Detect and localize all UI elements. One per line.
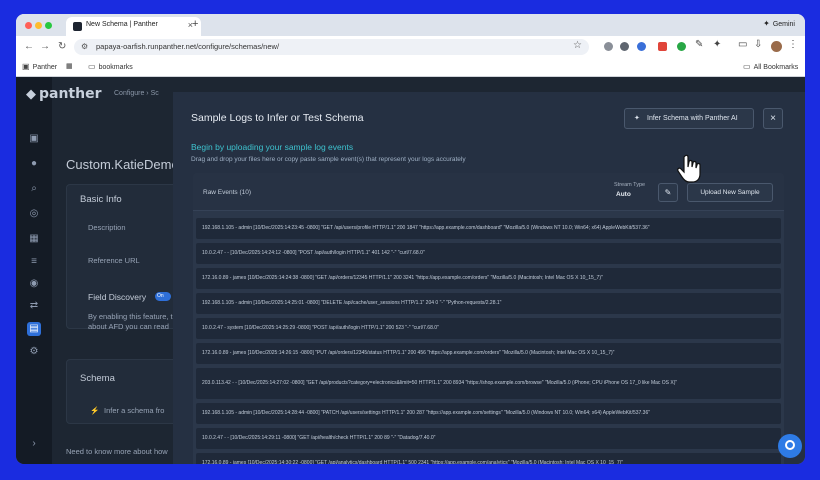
tab-strip: New Schema | Panther × + ✦ Gemini [16,14,805,36]
edit-events-button[interactable]: ✎ [658,183,678,202]
sidebar-search-icon[interactable]: ⌕ [27,182,41,196]
browser-toolbar: ← → ↻ ⚙ papaya-oarfish.runpanther.net/co… [16,36,805,58]
side-panel-icon[interactable]: ▭ [738,39,747,50]
logo-text: panther [39,86,102,102]
sidebar-settings-icon[interactable]: ⚙ [27,345,41,359]
infer-schema-label: Infer Schema with Panther AI [647,115,738,122]
extension-5-icon[interactable] [677,42,686,51]
bookmark-panther[interactable]: ▣ Panther [22,62,57,71]
site-info-icon[interactable]: ⚙ [81,42,88,51]
field-discovery-toggle[interactable]: On [155,292,171,301]
support-chat-button[interactable] [778,434,802,458]
reference-url-label: Reference URL [88,256,140,265]
browser-tab[interactable]: New Schema | Panther × [66,17,201,36]
extension-1-icon[interactable] [604,42,613,51]
gemini-button[interactable]: ✦ Gemini [763,19,795,28]
pencil-icon: ✎ [664,188,672,197]
event-row[interactable]: 192.168.1.105 - admin [10/Dec/2025:14:23… [196,218,781,239]
event-row[interactable]: 10.0.2.47 - - [10/Dec/2025:14:24:12 -080… [196,243,781,264]
sidebar-alerts-icon[interactable]: ● [27,157,41,171]
upload-subtitle: Begin by uploading your sample log event… [191,142,354,152]
minimize-window-button[interactable] [35,22,42,29]
back-button[interactable]: ← [24,41,34,52]
sidebar-monitor-icon[interactable]: ◉ [27,277,41,291]
url-text[interactable]: papaya-oarfish.runpanther.net/configure/… [96,42,279,51]
sidebar-configure-icon[interactable]: ▤ [27,322,41,336]
event-row[interactable]: 192.168.1.105 - admin [10/Dec/2025:14:25… [196,293,781,314]
event-row[interactable]: 10.0.2.47 - - [10/Dec/2025:14:29:11 -080… [196,428,781,449]
bookmark-folder-label: bookmarks [98,64,133,71]
sidebar-data-icon[interactable]: ▦ [27,232,41,246]
sidebar-investigate-icon[interactable]: ≡ [27,255,41,269]
stream-type-value[interactable]: Auto [616,191,631,198]
breadcrumb[interactable]: Configure › Sc [114,90,159,97]
raw-events-label: Raw Events (10) [203,189,252,196]
description-label: Description [88,223,126,232]
sample-logs-modal: Sample Logs to Infer or Test Schema ✦ In… [173,92,805,464]
panther-logo[interactable]: ◆ panther [26,86,102,102]
browser-window: New Schema | Panther × + ✦ Gemini ← → ↻ ⚙… [16,14,805,464]
new-tab-button[interactable]: + [192,18,198,30]
event-row[interactable]: 172.16.0.89 - james [10/Dec/2025:14:30:2… [196,453,781,464]
stream-type-label: Stream Type [614,182,646,188]
gemini-icon: ✦ [763,19,770,28]
extension-4-icon[interactable] [658,42,667,51]
app-sidebar: ▣ ● ⌕ ◎ ▦ ≡ ◉ ⇄ ▤ ⚙ › [16,77,52,464]
field-discovery-label: Field Discovery [88,292,147,302]
extension-3-icon[interactable] [637,42,646,51]
reload-button[interactable]: ↻ [58,41,66,52]
event-row[interactable]: 203.0.113.42 - - [10/Dec/2025:14:27:02 -… [196,368,781,399]
maximize-window-button[interactable] [45,22,52,29]
raw-events-panel: Raw Events (10) Stream Type Auto ✎ Uploa… [193,173,784,464]
basic-info-heading: Basic Info [80,194,122,205]
sparkle-icon: ✦ [634,115,640,122]
sidebar-overview-icon[interactable]: ▣ [27,132,41,146]
event-row[interactable]: 172.16.0.89 - james [10/Dec/2025:14:26:1… [196,343,781,364]
folder-icon: ▭ [88,62,96,71]
chat-icon [785,440,795,450]
infer-schema-button[interactable]: ✦ Infer Schema with Panther AI [624,108,754,129]
forward-button[interactable]: → [40,41,50,52]
field-discovery-desc-1: By enabling this feature, th [88,312,177,321]
close-window-button[interactable] [25,22,32,29]
schema-name-title: Custom.KatieDeme [66,157,179,172]
modal-title: Sample Logs to Infer or Test Schema [191,112,364,124]
profile-avatar[interactable] [771,41,782,52]
panther-favicon-icon [73,22,82,31]
menu-icon[interactable]: ⋮ [788,39,798,50]
schema-heading: Schema [80,373,115,384]
modal-close-button[interactable]: × [763,108,783,129]
bookmark-star-icon[interactable]: ☆ [573,40,582,51]
event-row[interactable]: 10.0.2.47 - system [10/Dec/2025:14:25:29… [196,318,781,339]
infer-schema-icon: ⚡ [90,406,100,415]
extensions-puzzle-icon[interactable]: ✦ [713,39,721,50]
sidebar-detections-icon[interactable]: ◎ [27,207,41,221]
panther-logo-icon: ◆ [26,87,36,102]
field-discovery-desc-2: about AFD you can read [88,322,169,331]
all-bookmarks-label: All Bookmarks [753,64,799,71]
download-icon[interactable]: ⇩ [754,39,762,50]
infer-schema-text[interactable]: Infer a schema fro [104,406,164,415]
bookmark-folder[interactable]: ▭ bookmarks [88,62,133,71]
all-bookmarks[interactable]: ▭ All Bookmarks [743,62,798,71]
sidebar-expand-icon[interactable]: › [27,437,41,451]
apps-grid-icon[interactable]: ▦ [66,62,73,70]
extension-2-icon[interactable] [620,42,629,51]
upload-new-sample-button[interactable]: Upload New Sample [687,183,773,202]
bookmark-panther-label: Panther [32,64,58,71]
gemini-label: Gemini [772,21,795,28]
sidebar-integrations-icon[interactable]: ⇄ [27,299,41,313]
hand-cursor-icon [677,154,701,183]
extension-6-icon[interactable]: ✎ [695,39,703,50]
tab-title: New Schema | Panther [86,21,158,28]
panther-bookmark-icon: ▣ [22,62,30,71]
event-row[interactable]: 192.168.1.105 - admin [10/Dec/2025:14:28… [196,403,781,424]
event-row[interactable]: 172.16.0.89 - james [10/Dec/2025:14:24:3… [196,268,781,289]
upload-description: Drag and drop your files here or copy pa… [191,156,466,163]
need-more-text: Need to know more about how [66,447,168,456]
address-bar[interactable]: ⚙ papaya-oarfish.runpanther.net/configur… [74,39,589,55]
bookmarks-bar: ▣ Panther ▦ ▭ bookmarks ▭ All Bookmarks [16,58,805,77]
folder-icon: ▭ [743,62,751,71]
